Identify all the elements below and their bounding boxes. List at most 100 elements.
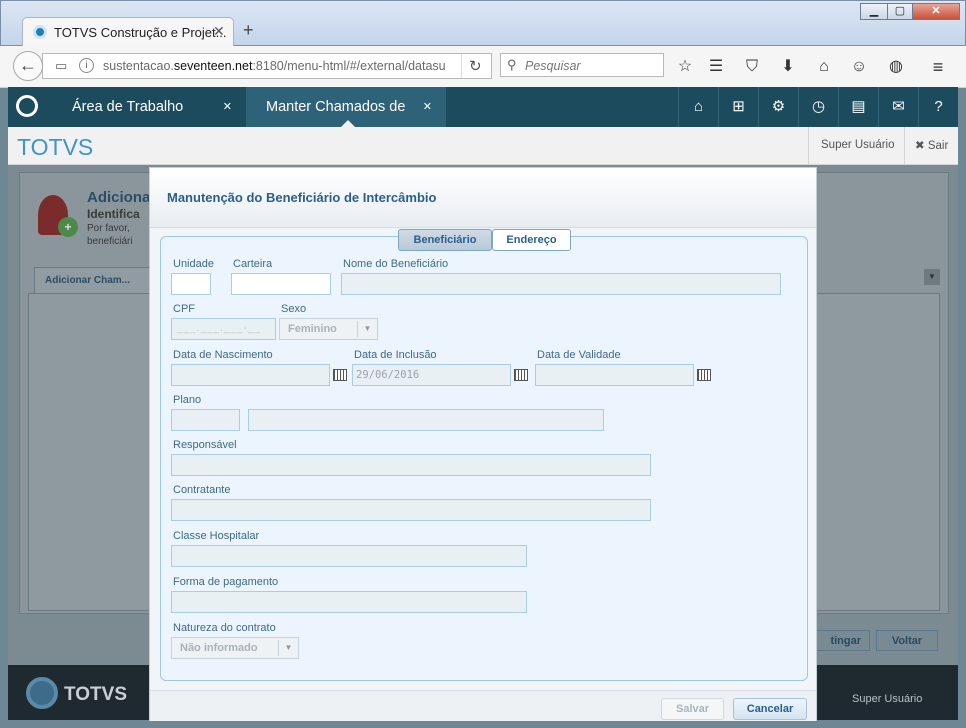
url-divider	[461, 54, 462, 78]
footer-user: Super Usuário	[852, 693, 923, 705]
data-validade-label: Data de Validade	[537, 349, 621, 361]
bookmark-star-icon[interactable]: ☆	[674, 56, 696, 78]
plano-label: Plano	[173, 394, 202, 406]
close-icon[interactable]: ✕	[423, 87, 432, 127]
document-icon[interactable]: ▤	[838, 87, 878, 127]
hello-icon[interactable]: ☺	[848, 56, 870, 78]
bg-text: Por favor,	[87, 223, 130, 234]
tab-label: Manter Chamados de	[266, 99, 406, 115]
data-nascimento-input[interactable]	[171, 364, 330, 386]
browser-navbar: ▭ i sustentacao.seventeen.net:8180/menu-…	[0, 46, 966, 88]
form-panel: Beneficiário Endereço Unidade Carteira N…	[160, 229, 808, 681]
responsavel-input[interactable]	[171, 454, 651, 476]
close-tab-icon[interactable]: ✕	[213, 23, 225, 40]
forma-pagamento-input[interactable]	[171, 591, 527, 613]
add-icon: +	[58, 217, 78, 237]
unidade-label: Unidade	[173, 258, 214, 270]
contratante-label: Contratante	[173, 484, 231, 496]
calendar-icon[interactable]	[333, 369, 347, 381]
divider	[904, 127, 905, 164]
totvs-footer-logo-icon	[26, 677, 58, 709]
favicon-icon	[33, 25, 47, 39]
browser-tab[interactable]: TOTVS Construção e Projet... ✕	[22, 17, 234, 47]
natureza-contrato-select[interactable]: Não informado ▼	[171, 637, 299, 659]
search-icon: ⚲	[507, 57, 517, 72]
beneficiario-modal: Manutenção do Beneficiário de Intercâmbi…	[149, 167, 817, 721]
maximize-button[interactable]: ▢	[887, 3, 913, 20]
sexo-value: Feminino	[288, 323, 337, 335]
user-name[interactable]: Super Usuário	[821, 139, 895, 151]
sexo-select[interactable]: Feminino ▼	[279, 318, 378, 340]
classe-hospitalar-label: Classe Hospitalar	[173, 530, 260, 542]
modal-title: Manutenção do Beneficiário de Intercâmbi…	[167, 190, 437, 205]
tab-beneficiario[interactable]: Beneficiário	[398, 229, 492, 251]
classe-hospitalar-input[interactable]	[171, 545, 527, 567]
brand-title: TOTVS	[17, 134, 94, 160]
plano-code-input[interactable]	[171, 409, 240, 431]
data-inclusao-label: Data de Inclusão	[354, 349, 437, 361]
responsavel-label: Responsável	[173, 439, 237, 451]
chevron-down-icon: ▼	[278, 640, 298, 656]
bg-text: beneficiári	[87, 236, 133, 247]
download-icon[interactable]: ⬇	[777, 56, 799, 78]
bg-subtitle: Identifica	[87, 207, 140, 221]
web-icon[interactable]: ◍	[885, 56, 907, 78]
url-prefix: sustentacao.	[103, 59, 174, 73]
cpf-label: CPF	[173, 303, 195, 315]
help-icon[interactable]: ?	[918, 87, 958, 127]
close-icon[interactable]: ✕	[223, 87, 232, 127]
home-icon[interactable]: ⌂	[813, 56, 835, 78]
modal-header: Manutenção do Beneficiário de Intercâmbi…	[150, 168, 816, 228]
tab-pointer	[341, 120, 355, 127]
sexo-label: Sexo	[281, 303, 307, 315]
nome-label: Nome do Beneficiário	[343, 258, 449, 270]
carteira-label: Carteira	[233, 258, 273, 270]
cpf-input[interactable]: ___.___.___-__	[171, 318, 276, 340]
search-placeholder: Pesquisar	[525, 59, 581, 73]
bg-tab: Adicionar Cham...	[34, 267, 154, 293]
url-domain: seventeen.net	[173, 59, 253, 73]
home-icon[interactable]: ⌂	[678, 87, 718, 127]
app-header: Área de Trabalho ✕ Manter Chamados de ✕ …	[8, 87, 958, 127]
data-validade-input[interactable]	[535, 364, 694, 386]
unidade-input[interactable]	[171, 273, 211, 295]
mail-icon[interactable]: ✉	[878, 87, 918, 127]
new-tab-button[interactable]: +	[243, 20, 254, 41]
footer-brand: TOTVS	[64, 684, 127, 705]
data-nascimento-label: Data de Nascimento	[173, 349, 273, 361]
reload-icon[interactable]: ↻	[469, 57, 482, 75]
gear-icon[interactable]: ⚙	[758, 87, 798, 127]
calendar-icon[interactable]	[697, 369, 711, 381]
search-input[interactable]: ⚲ Pesquisar	[500, 53, 664, 77]
totvs-logo-icon[interactable]	[16, 95, 38, 117]
close-window-button[interactable]: ✕	[912, 3, 960, 20]
sitemap-icon[interactable]: ⊞	[718, 87, 758, 127]
reader-icon[interactable]: ▭	[55, 58, 67, 74]
tab-label: Área de Trabalho	[72, 99, 184, 115]
clock-icon[interactable]: ◷	[798, 87, 838, 127]
tab-area-de-trabalho[interactable]: Área de Trabalho ✕	[52, 87, 246, 127]
app-subheader: TOTVS Super Usuário ✖ Sair	[8, 127, 958, 165]
divider	[808, 127, 809, 164]
natureza-contrato-label: Natureza do contrato	[173, 622, 276, 634]
minimize-button[interactable]: ▁	[860, 3, 888, 20]
data-inclusao-input[interactable]: 29/06/2016	[352, 364, 511, 386]
nome-beneficiario-input[interactable]	[341, 273, 781, 295]
logout-button[interactable]: ✖ Sair	[915, 138, 948, 152]
cancel-button[interactable]: Cancelar	[733, 698, 807, 720]
contratante-input[interactable]	[171, 499, 651, 521]
pocket-icon[interactable]: ⛉	[741, 56, 763, 78]
bg-title: Adiciona	[87, 189, 151, 206]
tab-endereco[interactable]: Endereço	[492, 229, 571, 251]
info-icon[interactable]: i	[79, 58, 94, 73]
bg-button: Voltar	[876, 630, 938, 651]
plano-description-input[interactable]	[248, 409, 604, 431]
back-button[interactable]: ←	[13, 51, 43, 81]
save-button[interactable]: Salvar	[661, 698, 724, 720]
carteira-input[interactable]	[231, 273, 331, 295]
bookmarks-list-icon[interactable]: ☰	[705, 56, 727, 78]
url-rest: :8180/menu-html/#/external/datasu	[252, 59, 446, 73]
url-bar[interactable]: ▭ i sustentacao.seventeen.net:8180/menu-…	[42, 53, 492, 79]
calendar-icon[interactable]	[514, 369, 528, 381]
menu-icon[interactable]: ≡	[927, 56, 949, 78]
